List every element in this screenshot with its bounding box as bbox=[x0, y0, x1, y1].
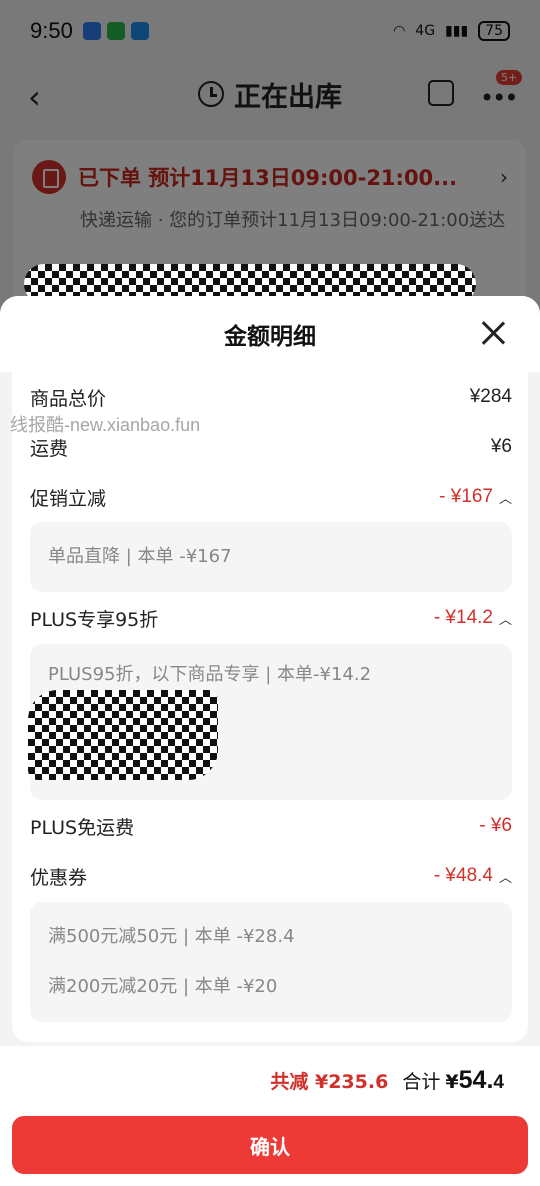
shipping-value: ¥6 bbox=[490, 436, 512, 457]
plus-row[interactable]: PLUS专享95折 - ¥14.2 ︿ bbox=[30, 603, 512, 633]
totals-summary: 共减 ¥235.6 合计 ¥54.4 bbox=[270, 1066, 504, 1095]
plus-free-shipping-row: PLUS免运费 - ¥6 bbox=[30, 811, 512, 841]
coupon-row[interactable]: 优惠券 - ¥48.4 ︿ bbox=[30, 861, 512, 891]
chevron-up-icon[interactable]: ︿ bbox=[499, 488, 512, 507]
close-icon[interactable] bbox=[480, 320, 506, 346]
chevron-up-icon[interactable]: ︿ bbox=[499, 867, 512, 886]
chevron-up-icon[interactable]: ︿ bbox=[499, 609, 512, 628]
shipping-label: 运费 bbox=[30, 437, 69, 460]
total-currency: ¥ bbox=[445, 1071, 459, 1093]
promo-label: 促销立减 bbox=[30, 487, 107, 510]
sheet-header: 金额明细 bbox=[0, 296, 540, 372]
plus-value: - ¥14.2 bbox=[433, 607, 493, 628]
watermark-text: 线报酷-new.xianbao.fun bbox=[10, 415, 201, 435]
promo-detail-line: 单品直降 | 本单 -¥167 bbox=[48, 546, 232, 567]
coupon-detail-box: 满500元减50元 | 本单 -¥28.4 满200元减20元 | 本单 -¥2… bbox=[30, 902, 512, 1022]
promo-value: - ¥167 bbox=[439, 486, 493, 507]
confirm-button[interactable]: 确认 bbox=[12, 1116, 528, 1174]
coupon-value: - ¥48.4 bbox=[433, 865, 493, 886]
sheet-footer: 共减 ¥235.6 合计 ¥54.4 确认 bbox=[0, 1046, 540, 1186]
total-saved: 共减 ¥235.6 bbox=[270, 1071, 389, 1093]
plus-free-shipping-value: - ¥6 bbox=[479, 815, 512, 836]
redaction-pattern bbox=[28, 690, 218, 780]
sheet-title: 金额明细 bbox=[224, 324, 316, 350]
goods-total-row: 商品总价 ¥284 bbox=[30, 382, 512, 412]
promo-detail-box: 单品直降 | 本单 -¥167 bbox=[30, 522, 512, 592]
total-amount-int: 54. bbox=[458, 1066, 494, 1094]
coupon-detail-line: 满200元减20元 | 本单 -¥20 bbox=[48, 976, 278, 997]
promo-row[interactable]: 促销立减 - ¥167 ︿ bbox=[30, 482, 512, 512]
plus-label: PLUS专享95折 bbox=[30, 608, 159, 631]
plus-free-shipping-label: PLUS免运费 bbox=[30, 816, 135, 839]
goods-total-label: 商品总价 bbox=[30, 387, 107, 410]
goods-total-value: ¥284 bbox=[469, 386, 512, 407]
coupon-detail-line: 满500元减50元 | 本单 -¥28.4 bbox=[48, 926, 295, 947]
coupon-label: 优惠券 bbox=[30, 866, 88, 889]
total-amount-dec: 4 bbox=[493, 1072, 504, 1093]
total-label: 合计 bbox=[402, 1071, 441, 1093]
